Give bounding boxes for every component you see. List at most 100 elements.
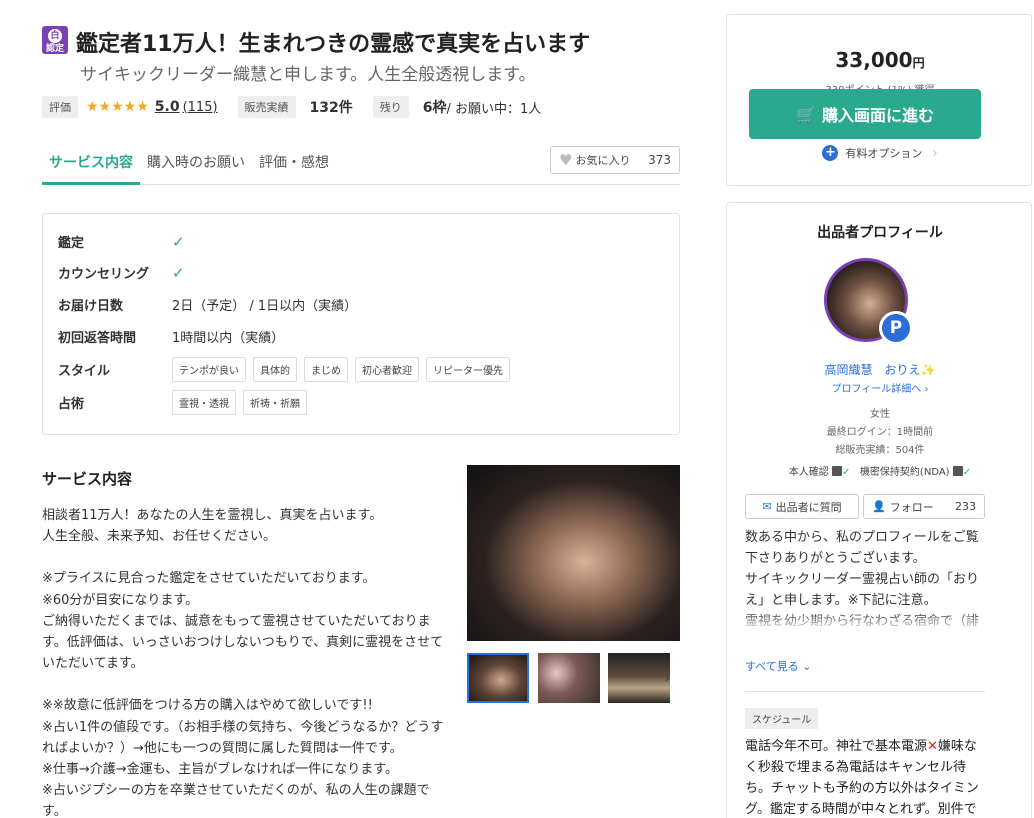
pro-badge-icon: P [879,311,913,345]
profile-detail-label: プロフィール詳細へ [831,384,922,395]
rating-tag: 評価 [42,96,78,118]
nda-label: 機密保持契約(NDA) [859,467,950,478]
heart-icon: ♥ [559,151,573,169]
profile-title: 出品者プロフィール [817,225,943,241]
in-progress-count: / お願い中：1人 [446,101,542,117]
tab-reviews[interactable]: 評価・感想 [252,148,336,185]
divination-chip[interactable]: 祈祷・祈願 [243,390,307,415]
plus-icon: + [822,145,839,161]
thumbnail-2[interactable] [538,653,600,703]
meta-row: 評価 ★★★★★ 5.0 (115) 販売実績 132件 残り 6枠 / お願い… [42,96,541,118]
check-icon: ✓ [842,467,851,478]
service-section-title: サービス内容 [42,470,133,488]
seller-total-sales: 総販売実績：504件 [835,445,925,456]
seller-gender: 女性 [870,409,890,420]
style-chip[interactable]: 初心者歓迎 [355,357,419,382]
bio-fade [745,611,987,633]
spec-label: お届け日数 [58,299,124,314]
schedule-text: 電話今年不可。神社で基本電源✕嫌味なく秒殺で埋まる為電話はキャンセル待ち。チャッ… [745,736,987,818]
style-chip[interactable]: 具体的 [253,357,297,382]
schedule-tag: スケジュール [745,708,819,729]
follow-button[interactable]: 👤 フォロー 233 [863,494,985,519]
spec-label: カウンセリング [58,267,150,282]
spec-value: 1時間以内（実績） [172,331,285,346]
see-all-link[interactable]: すべて見る ⌄ [745,658,812,674]
chevron-right-icon: › [932,145,938,161]
sales-tag: 販売実績 [237,96,296,118]
description-paragraph: ※※故意に低評価をつける方の購入はやめて欲しいです!! ※占い1件の値段です。（… [42,698,444,818]
cross-mark-icon: ✕ [927,739,938,754]
spec-row-style: スタイル テンポが良い 具体的 まじめ 初心者歓迎 リピーター優先 [58,357,517,382]
certified-badge: 白 認定 [42,26,68,54]
seller-name[interactable]: 高岡織慧 おりえ✨ [727,361,1033,378]
favorite-label: お気に入り [575,154,631,167]
divider [745,691,985,692]
chevron-right-icon[interactable]: › [664,668,670,687]
page-subtitle: サイキックリーダー織慧と申します。人生全般透視します。 [80,65,536,85]
rating-count-link[interactable]: (115) [183,100,218,115]
check-icon: ✓ [962,467,972,478]
seller-name-text: 高岡織慧 おりえ [824,363,921,377]
add-user-icon: 👤 [872,500,886,513]
sales-value: 132件 [309,100,353,116]
see-all-label: すべて見る [745,660,799,673]
follow-count: 233 [955,500,976,513]
certified-label: 認定 [45,44,64,54]
certified-glyph: 白 [48,29,62,43]
star-rating-icon: ★★★★★ [86,99,149,115]
buy-label: 購入画面に進む [821,106,934,125]
paid-option-link[interactable]: + 有料オプション › [727,145,1033,161]
identity-label: 本人確認 [788,467,829,478]
spec-row-delivery: お届け日数 2日（予定） / 1日以内（実績） [58,295,357,314]
check-icon: ✓ [172,263,185,282]
seller-profile-card: 出品者プロフィール P 高岡織慧 おりえ✨ プロフィール詳細へ › 女性 最終ロ… [726,202,1032,818]
seller-last-login: 最終ログイン：1時間前 [826,427,934,438]
style-chip[interactable]: テンポが良い [172,357,246,382]
lock-icon [952,466,963,476]
spec-value: 2日（予定） / 1日以内（実績） [172,299,358,314]
cart-icon: 🛒 [796,104,816,124]
remaining-value: 6枠 [422,100,447,116]
divination-chip[interactable]: 霊視・透視 [172,390,236,415]
sparkle-icon: ✨ [920,363,936,377]
spec-label: 占術 [58,397,85,412]
purchase-card: 33,000円 330ポイント (1%) 獲得 🛒 購入画面に進む + 有料オプ… [726,14,1032,186]
style-chip[interactable]: まじめ [304,357,348,382]
description-paragraph: ※プライスに見合った鑑定をさせていただいております。 ※60分が目安になります。… [42,571,444,672]
thumbnail-1[interactable] [467,653,529,703]
tab-purchase-request[interactable]: 購入時のお願い [140,148,252,185]
price-value: 33,000 [835,48,913,72]
spec-row-appraisal: 鑑定 ✓ [58,232,185,252]
price-currency: 円 [912,56,925,70]
tab-service-content[interactable]: サービス内容 [42,148,140,185]
id-card-icon [832,466,842,476]
spec-row-divination: 占術 霊視・透視 祈祷・祈願 [58,390,314,415]
chevron-down-icon: ⌄ [802,660,812,673]
main-photo[interactable] [467,465,680,641]
verification-row: 本人確認 ✓ 機密保持契約(NDA) ✓ [727,463,1033,478]
rating-value[interactable]: 5.0 [155,99,180,115]
price: 33,000円 [727,48,1033,72]
service-description: 相談者11万人！あなたの人生を霊視し、真実を占います。 人生全般、未来予知、お任… [42,505,446,818]
spec-row-counseling: カウンセリング ✓ [58,263,185,283]
spec-label: 鑑定 [58,236,85,251]
remaining-tag: 残り [372,96,409,118]
thumbnail-3[interactable] [608,653,670,703]
check-icon: ✓ [172,232,185,251]
favorite-count: 373 [648,153,671,167]
ask-seller-button[interactable]: ✉ 出品者に質問 [745,494,859,519]
ask-seller-label: 出品者に質問 [775,500,842,514]
description-paragraph: 相談者11万人！あなたの人生を霊視し、真実を占います。 人生全般、未来予知、お任… [42,508,383,545]
buy-button[interactable]: 🛒 購入画面に進む [749,89,981,139]
mail-icon: ✉ [762,500,772,513]
spec-box: 鑑定 ✓ カウンセリング ✓ お届け日数 2日（予定） / 1日以内（実績） 初… [42,213,680,435]
spec-row-first-reply: 初回返答時間 1時間以内（実績） [58,327,284,346]
style-chip[interactable]: リピーター優先 [426,357,510,382]
favorite-button[interactable]: ♥ お気に入り 373 [550,146,680,174]
paid-option-label: 有料オプション [845,147,923,160]
spec-label: スタイル [58,364,111,379]
follow-label: フォロー [889,500,934,514]
spec-label: 初回返答時間 [58,331,137,346]
chevron-right-icon: › [924,384,929,395]
profile-detail-link[interactable]: プロフィール詳細へ › [727,380,1033,395]
